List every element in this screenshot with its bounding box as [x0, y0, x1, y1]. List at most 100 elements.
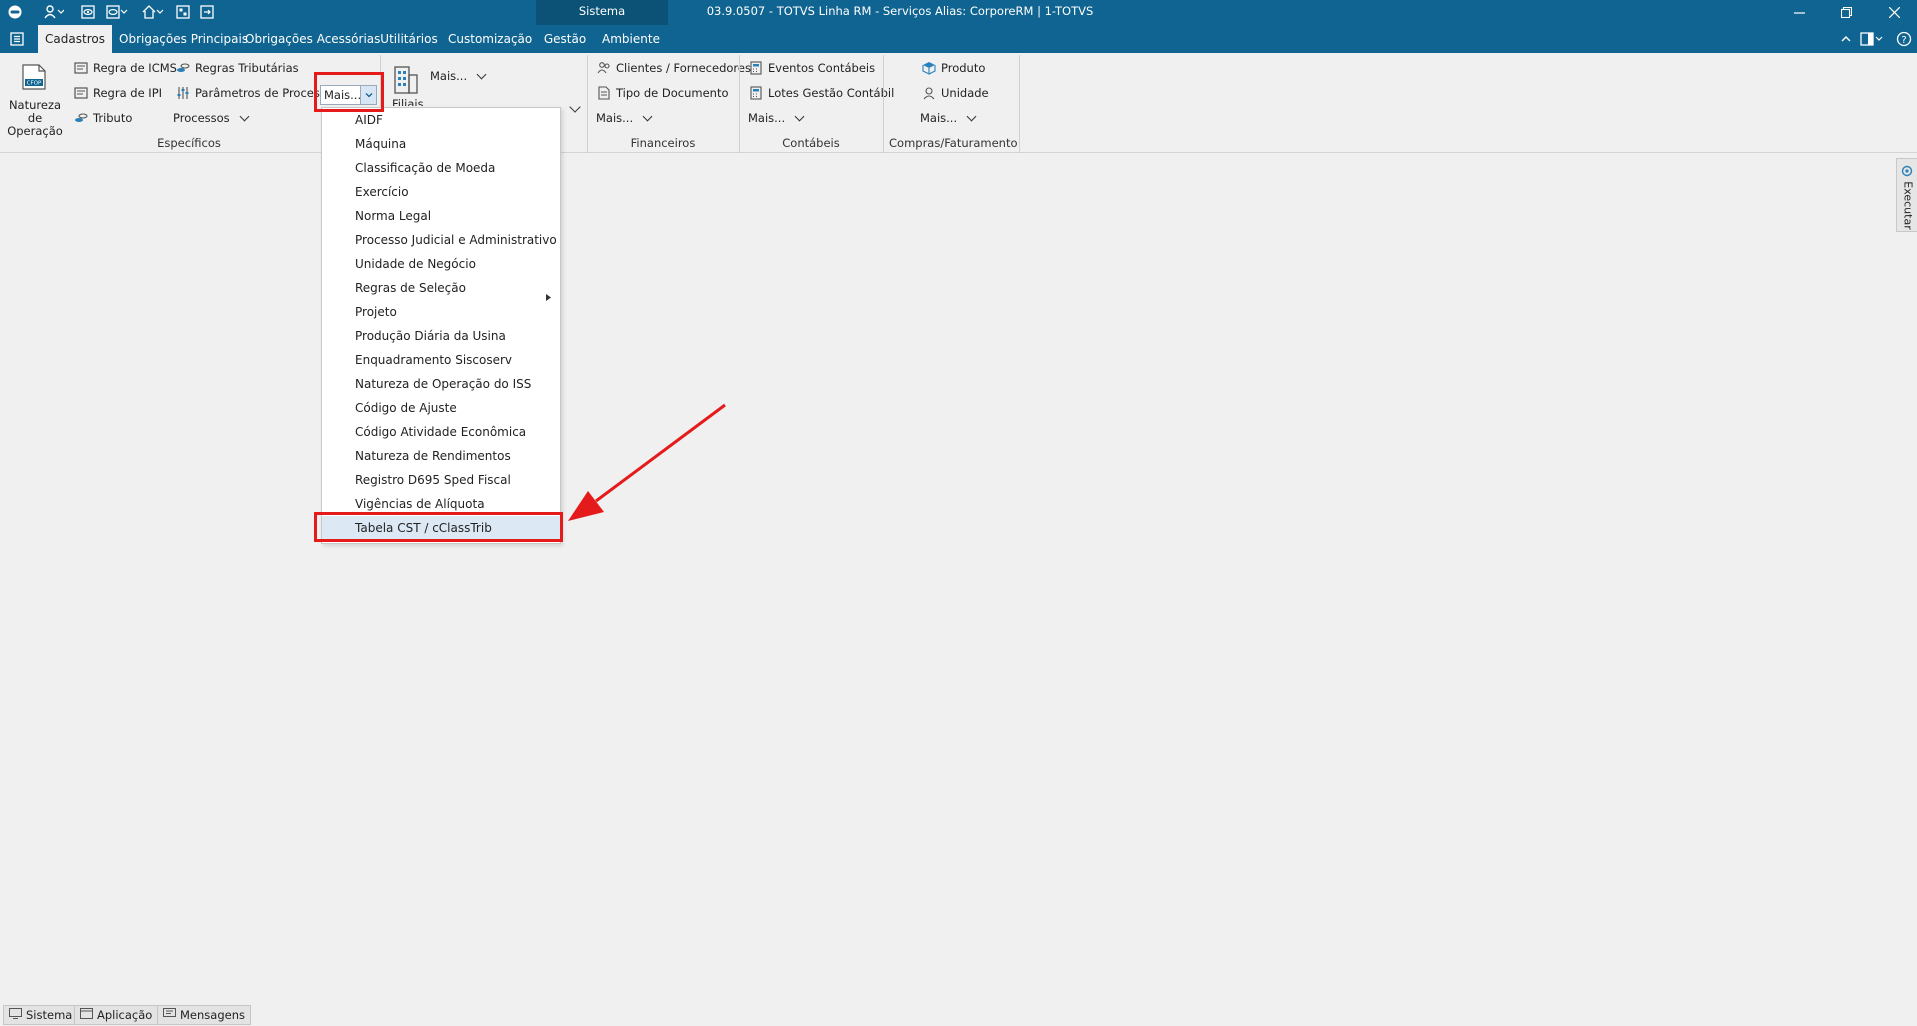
mais-financeiros-label: Mais...: [596, 111, 634, 125]
close-icon[interactable]: [1872, 0, 1916, 25]
lotes-gestao-contabil-button[interactable]: Lotes Gestão Contábil: [749, 83, 894, 103]
tributo-label: Tributo: [93, 111, 133, 125]
annotation-box-tabela-cst: [314, 512, 563, 542]
mais-contabeis-dropdown[interactable]: Mais...: [748, 108, 805, 128]
group-separator: [739, 55, 740, 153]
eye-icon[interactable]: [80, 3, 96, 21]
tab-customizacao[interactable]: Customização: [448, 25, 532, 53]
unidade-label: Unidade: [941, 86, 989, 100]
backstage-menu-icon[interactable]: [9, 31, 25, 47]
natureza-operacao-label-line1: Natureza de: [8, 98, 62, 125]
executar-label: Executar: [1901, 181, 1915, 230]
group-separator: [883, 55, 884, 153]
tab-obrigacoes-principais[interactable]: Obrigações Principais: [119, 25, 248, 53]
mais-compras-dropdown[interactable]: Mais...: [920, 108, 977, 128]
produto-button[interactable]: Produto: [922, 58, 985, 78]
mais-contabeis-label: Mais...: [748, 111, 786, 125]
produto-label: Produto: [941, 61, 986, 75]
menu-item-registro-d695[interactable]: Registro D695 Sped Fiscal: [322, 468, 560, 492]
regra-icms-button[interactable]: Regra de ICMS: [74, 58, 177, 78]
eventos-contabeis-label: Eventos Contábeis: [768, 61, 876, 75]
chevron-down-icon: [794, 111, 805, 121]
menu-item-codigo-atividade-economica[interactable]: Código Atividade Econômica: [322, 420, 560, 444]
status-mensagens-button[interactable]: Mensagens: [157, 1005, 251, 1025]
clientes-fornecedores-button[interactable]: Clientes / Fornecedores: [597, 58, 751, 78]
clientes-fornecedores-label: Clientes / Fornecedores: [616, 61, 751, 75]
tributo-button[interactable]: Tributo: [74, 108, 132, 128]
status-sistema-button[interactable]: Sistema: [3, 1005, 79, 1025]
tipo-documento-button[interactable]: Tipo de Documento: [597, 83, 729, 103]
regra-icms-label: Regra de ICMS: [93, 61, 177, 75]
processos-dropdown[interactable]: Processos: [173, 108, 250, 128]
svg-text:?: ?: [1901, 35, 1906, 46]
menu-item-classificacao-moeda[interactable]: Classificação de Moeda: [322, 156, 560, 180]
minimize-icon[interactable]: [1777, 0, 1821, 25]
group-label-especificos: Específicos: [157, 136, 221, 150]
mais-filiais-dropdown[interactable]: Mais...: [430, 66, 487, 86]
regra-ipi-button[interactable]: Regra de IPI: [74, 83, 162, 103]
calculator-icon: [749, 61, 763, 75]
menu-item-maquina[interactable]: Máquina: [322, 132, 560, 156]
menu-item-unidade-negocio[interactable]: Unidade de Negócio: [322, 252, 560, 276]
mais-financeiros-dropdown[interactable]: Mais...: [596, 108, 653, 128]
users-icon: [597, 61, 611, 75]
menu-item-exercicio[interactable]: Exercício: [322, 180, 560, 204]
svg-text:CFOP: CFOP: [27, 81, 42, 87]
group-label-contabeis: Contábeis: [782, 136, 840, 150]
menu-item-codigo-ajuste[interactable]: Código de Ajuste: [322, 396, 560, 420]
menu-item-regras-selecao[interactable]: Regras de Seleção: [322, 276, 560, 301]
regras-tributarias-button[interactable]: Regras Tributárias: [176, 58, 299, 78]
mais-compras-label: Mais...: [920, 111, 958, 125]
lotes-gestao-contabil-label: Lotes Gestão Contábil: [768, 86, 895, 100]
user-icon[interactable]: [42, 3, 66, 21]
regra-ipi-label: Regra de IPI: [93, 86, 163, 100]
tab-obrigacoes-acessorias[interactable]: Obrigações Acessórias: [245, 25, 380, 53]
status-aplicacao-button[interactable]: Aplicação: [74, 1005, 159, 1025]
group-separator: [587, 55, 588, 153]
window-icon: [80, 1008, 93, 1022]
tab-ambiente[interactable]: Ambiente: [600, 25, 662, 53]
monitor-icon: [9, 1008, 22, 1022]
annotation-box-mais: [314, 72, 384, 112]
document-icon: [597, 86, 611, 100]
coins-icon: [176, 61, 190, 75]
home-icon[interactable]: [140, 3, 166, 21]
executar-side-tab[interactable]: Executar: [1896, 158, 1917, 232]
natureza-operacao-button[interactable]: Natureza de Operação: [0, 99, 70, 138]
menu-item-norma-legal[interactable]: Norma Legal: [322, 204, 560, 228]
annotation-arrow: [568, 403, 726, 521]
cube-icon: [922, 61, 936, 75]
menu-item-enquadramento-siscoserv[interactable]: Enquadramento Siscoserv: [322, 348, 560, 372]
chevron-down-icon: [476, 69, 487, 79]
app-menu-icon[interactable]: [5, 3, 25, 21]
menu-item-natureza-operacao-iss[interactable]: Natureza de Operação do ISS: [322, 372, 560, 396]
unidade-button[interactable]: Unidade: [922, 83, 989, 103]
natureza-operacao-icon[interactable]: CFOP: [20, 62, 48, 92]
chevron-down-icon: [239, 111, 250, 121]
tab-cadastros[interactable]: Cadastros: [38, 25, 112, 53]
document-icon: [74, 86, 88, 100]
calculator-icon: [749, 86, 763, 100]
menu-item-natureza-rendimentos[interactable]: Natureza de Rendimentos: [322, 444, 560, 468]
layout-icon[interactable]: [1860, 31, 1884, 47]
sliders-icon: [176, 86, 190, 100]
tab-utilitarios[interactable]: Utilitários: [379, 25, 439, 53]
restore-icon[interactable]: [1824, 0, 1868, 25]
chevron-down-icon: [642, 111, 653, 121]
menu-item-processo-judicial[interactable]: Processo Judicial e Administrativo: [322, 228, 560, 252]
eventos-contabeis-button[interactable]: Eventos Contábeis: [749, 58, 875, 78]
tab-gestao[interactable]: Gestão: [543, 25, 587, 53]
menu-item-projeto[interactable]: Projeto: [322, 300, 560, 324]
group-label-financeiros: Financeiros: [630, 136, 696, 150]
logout-icon[interactable]: [199, 3, 215, 21]
gear-icon: [1901, 165, 1913, 180]
filiais-building-icon[interactable]: [392, 63, 420, 95]
chevron-down-icon: [966, 111, 977, 121]
grid-icon[interactable]: [175, 3, 191, 21]
mais-dropdown-menu: AIDF Máquina Classificação de Moeda Exer…: [321, 107, 561, 544]
help-icon[interactable]: ?: [1896, 31, 1912, 47]
collapse-ribbon-icon[interactable]: [1840, 33, 1852, 45]
document-icon: [74, 61, 88, 75]
eye-settings-icon[interactable]: [104, 3, 130, 21]
menu-item-producao-diaria-usina[interactable]: Produção Diária da Usina: [322, 324, 560, 348]
